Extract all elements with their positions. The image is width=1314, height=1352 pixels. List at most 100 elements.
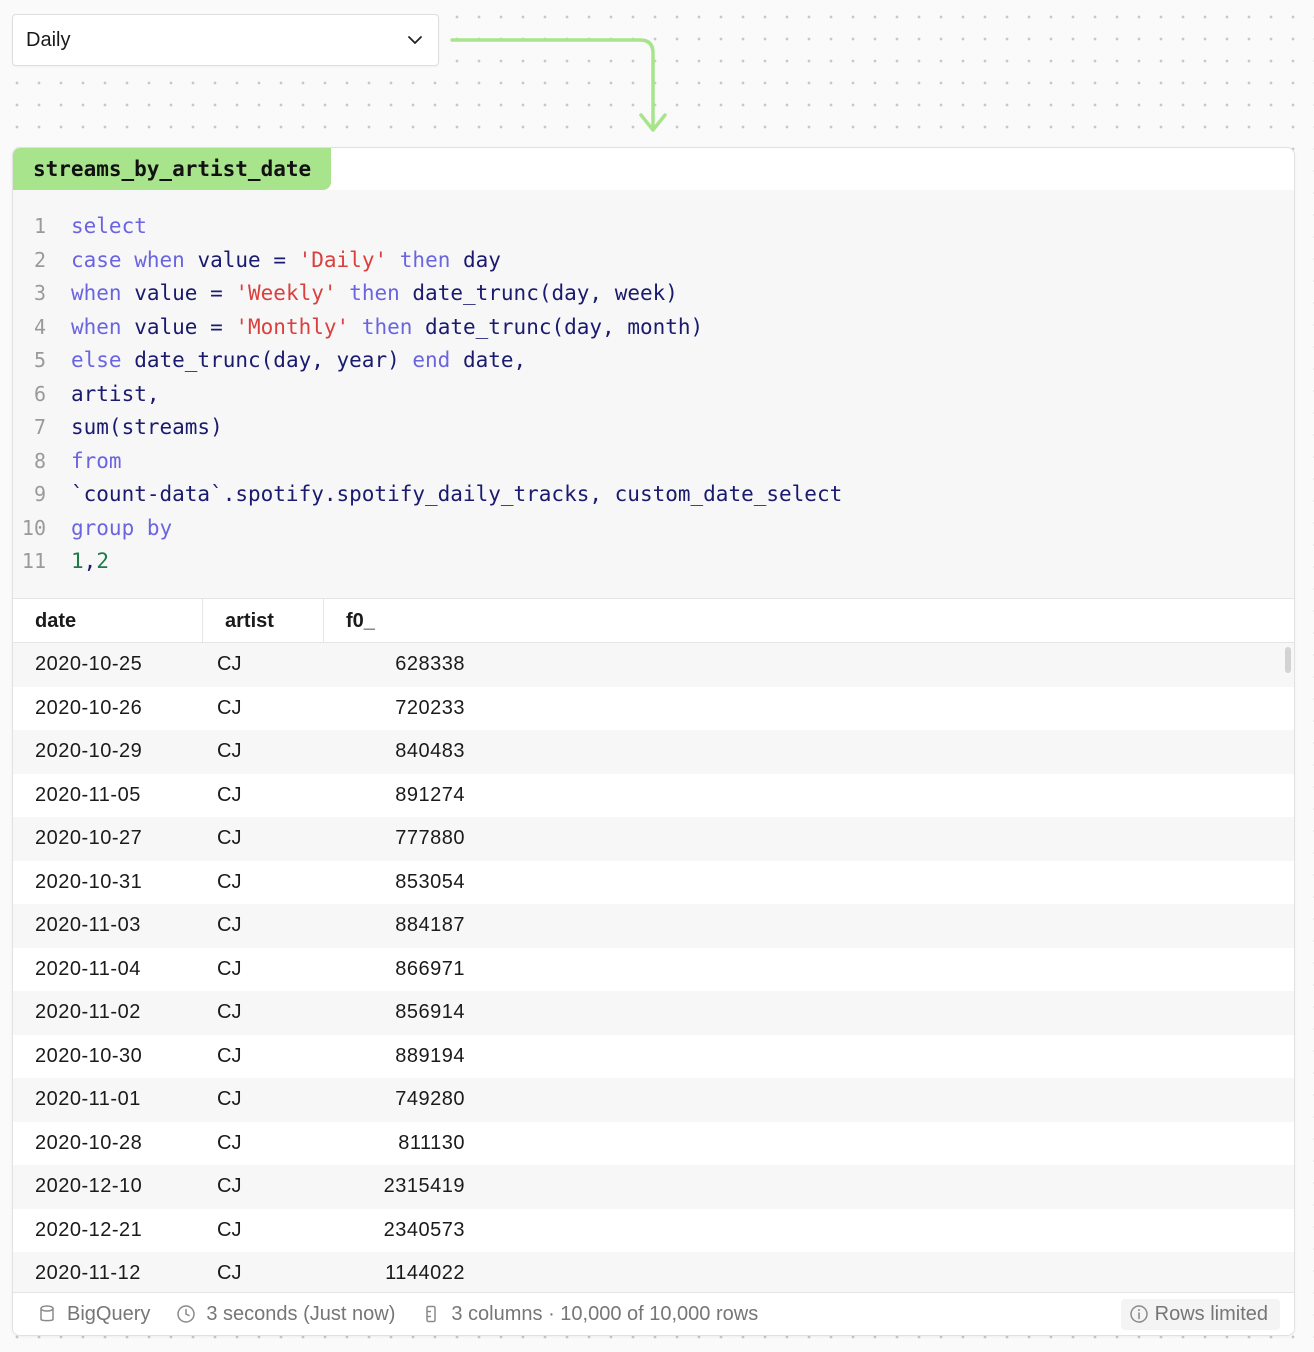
cell-artist: CJ [217, 1044, 242, 1067]
table-row[interactable]: 2020-10-29 CJ 840483 [13, 730, 1294, 774]
cell-date: 2020-10-28 [35, 1131, 143, 1154]
line-number: 2 [33, 247, 46, 272]
arrow-down-icon [450, 38, 667, 132]
code-text: when value = 'Monthly' then date_trunc(d… [71, 314, 704, 339]
cell-f0: 2315419 [383, 1175, 465, 1197]
line-number: 1 [33, 214, 46, 238]
table-body: 2020-10-25 CJ 628338 2020-10-26 CJ 720233 2020… [13, 643, 1294, 1293]
code-line: 10 group by [13, 512, 1294, 546]
table-row[interactable]: 2020-12-10 CJ 2315419 [13, 1165, 1294, 1209]
code-text: case when value = 'Daily' then day [71, 247, 501, 272]
date-granularity-select[interactable]: Daily [12, 14, 439, 66]
table-row[interactable]: 2020-10-26 CJ 720233 [13, 686, 1294, 730]
column-header-date[interactable]: date [13, 599, 203, 642]
column-header-artist[interactable]: artist [203, 599, 324, 642]
table-row[interactable]: 2020-10-27 CJ 777880 [13, 817, 1294, 861]
results-table: date artist f0_ 2020-10-25 CJ 628338 2020-1… [13, 598, 1294, 1293]
line-number: 10 [21, 515, 46, 540]
cell-f0: 777880 [395, 827, 465, 849]
results-footer: BigQuery 3 seconds (Just now) 3 columns … [13, 1292, 1294, 1335]
code-line: 9 `count-data`.spotify.spotify_daily_trac… [13, 478, 1294, 512]
summary-label: 3 columns · 10,000 of 10,000 rows [451, 1302, 759, 1325]
select-value: Daily [26, 28, 71, 51]
cell-f0: 889194 [395, 1044, 465, 1067]
table-row[interactable]: 2020-11-04 CJ 866971 [13, 947, 1294, 991]
code-line: 2 case when value = 'Daily' then day [13, 244, 1294, 278]
cell-date: 2020-11-04 [35, 957, 141, 980]
code-line: 11 1,2 [13, 545, 1294, 579]
cell-artist: CJ [217, 827, 242, 849]
code-text: 1,2 [71, 549, 109, 573]
code-text: sum(streams) [71, 415, 223, 439]
table-row[interactable]: 2020-11-03 CJ 884187 [13, 904, 1294, 948]
code-line: 5 else date_trunc(day, year) end date, [13, 344, 1294, 378]
cell-date: 2020-10-25 [35, 653, 143, 675]
sql-editor[interactable]: 1 select 2 case when value = 'Daily' then d… [13, 190, 1294, 598]
cell-date: 2020-11-02 [35, 1001, 141, 1023]
sql-cell: streams_by_artist_date 1 select 2 case when… [12, 147, 1295, 1336]
cell-artist: CJ [217, 1175, 242, 1197]
code-text: group by [71, 515, 173, 540]
cell-f0: 853054 [395, 870, 465, 893]
code-text: from [71, 448, 122, 473]
cell-artist: CJ [217, 1218, 242, 1241]
code-text: artist, [71, 381, 160, 406]
cell-f0: 628338 [395, 653, 465, 675]
line-number: 4 [33, 314, 46, 339]
code-line: 8 from [13, 445, 1294, 479]
cell-artist: CJ [217, 1088, 242, 1110]
line-number: 5 [33, 348, 46, 372]
clock-icon [177, 1305, 196, 1323]
cell-artist: CJ [217, 1262, 242, 1284]
cell-f0: 891274 [395, 783, 465, 806]
cell-f0: 840483 [395, 740, 465, 762]
cell-date: 2020-10-31 [35, 870, 143, 893]
line-number: 9 [33, 482, 46, 506]
cell-date: 2020-11-03 [35, 914, 141, 936]
cell-date: 2020-11-05 [35, 783, 141, 806]
rows-limited-label: Rows limited [1154, 1302, 1268, 1325]
table-row[interactable]: 2020-12-21 CJ 2340573 [13, 1208, 1294, 1252]
info-icon [1129, 1305, 1148, 1323]
code-text: else date_trunc(day, year) end date, [71, 348, 527, 372]
code-line: 3 when value = 'Weekly' then date_trunc(d… [13, 277, 1294, 311]
cell-f0: 856914 [395, 1001, 465, 1023]
duration-label: 3 seconds (Just now) [206, 1302, 396, 1325]
chevron-down-icon [408, 36, 422, 44]
cell-date: 2020-11-12 [35, 1262, 141, 1284]
cell-date: 2020-10-26 [35, 696, 143, 719]
cell-date: 2020-11-01 [35, 1088, 141, 1110]
table-row[interactable]: 2020-10-31 CJ 853054 [13, 860, 1294, 904]
cell-f0: 884187 [395, 914, 465, 936]
column-header-f0[interactable]: f0_ [324, 599, 479, 642]
cell-f0: 1144022 [385, 1262, 465, 1284]
cell-artist: CJ [217, 740, 242, 762]
table-row[interactable]: 2020-10-30 CJ 889194 [13, 1034, 1294, 1078]
cell-date: 2020-10-27 [35, 827, 143, 849]
cell-date: 2020-10-29 [35, 740, 143, 762]
cell-date: 2020-12-10 [35, 1175, 143, 1197]
code-text: select [71, 214, 147, 238]
table-row[interactable]: 2020-10-28 CJ 811130 [13, 1121, 1294, 1165]
line-number: 11 [21, 549, 46, 573]
code-line: 7 sum(streams) [13, 411, 1294, 445]
table-row[interactable]: 2020-11-01 CJ 749280 [13, 1078, 1294, 1122]
cell-name-tag[interactable]: streams_by_artist_date [13, 148, 332, 190]
cell-artist: CJ [217, 696, 242, 719]
vertical-scrollbar[interactable] [1285, 647, 1291, 673]
cell-artist: CJ [217, 653, 242, 675]
rows-limited-badge[interactable]: Rows limited [1120, 1298, 1280, 1330]
cell-f0: 811130 [398, 1131, 465, 1154]
code-line: 4 when value = 'Monthly' then date_trunc(… [13, 311, 1294, 345]
cell-f0: 749280 [395, 1088, 465, 1110]
source-info: BigQuery [37, 1303, 150, 1326]
table-row[interactable]: 2020-11-12 CJ 1144022 [13, 1252, 1294, 1293]
cell-date: 2020-10-30 [35, 1044, 143, 1067]
source-label: BigQuery [67, 1302, 151, 1325]
table-row[interactable]: 2020-11-05 CJ 891274 [13, 773, 1294, 817]
cell-artist: CJ [217, 957, 242, 980]
table-row[interactable]: 2020-11-02 CJ 856914 [13, 991, 1294, 1035]
cell-artist: CJ [217, 1131, 242, 1154]
columns-icon [426, 1305, 437, 1323]
table-row[interactable]: 2020-10-25 CJ 628338 [13, 643, 1294, 687]
